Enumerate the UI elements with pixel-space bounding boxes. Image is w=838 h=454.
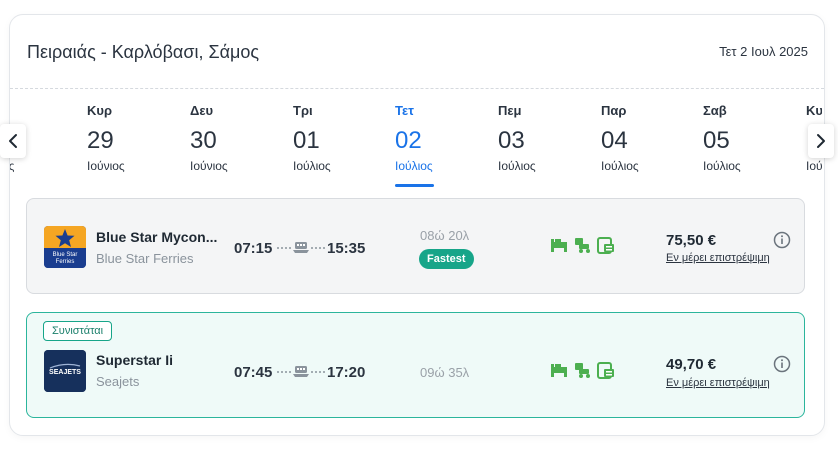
car-icon (575, 363, 590, 378)
day-number: 04 (601, 127, 628, 154)
month-label: Ιούλιος (498, 159, 536, 173)
day-number: 03 (498, 127, 525, 154)
month-label: Ιούλιος (703, 159, 741, 173)
refund-policy-link[interactable]: Εν μέρει επιστρέψιμη (666, 377, 770, 389)
trip-card-seajets[interactable]: Συνιστάται SEAJETS Superstar Ii Seajets … (26, 312, 805, 418)
car-icon (575, 238, 590, 253)
selected-date: Τετ 2 Ιουλ 2025 (719, 44, 808, 59)
trip-duration: 09ώ 35λ (420, 365, 470, 380)
date-item-thu-03[interactable]: Πεμ 03 Ιούλιος (498, 103, 558, 173)
amenities-icons (551, 237, 614, 254)
departure-time: 07:15 (234, 240, 273, 257)
weekday-label: Δευ (190, 103, 214, 118)
ferry-icon (277, 242, 325, 253)
month-label: Ιούνιος (190, 159, 228, 173)
date-item-mon-30[interactable]: Δευ 30 Ιούνιος (190, 103, 250, 173)
trip-card-blue-star[interactable]: Blue Star Ferries Blue Star Mycon... Blu… (26, 198, 805, 294)
weekday-label: Τετ (395, 103, 414, 118)
next-dates-button[interactable] (808, 124, 834, 158)
weekday-label: Τρι (293, 103, 313, 118)
day-number: 02 (395, 127, 422, 154)
results-card: Πειραιάς - Καρλόβασι, Σάμος Τετ 2 Ιουλ 2… (9, 14, 825, 436)
date-item-wed-02[interactable]: Τετ 02 Ιούλιος (395, 103, 455, 187)
info-icon[interactable] (773, 355, 791, 373)
day-number: 01 (293, 127, 320, 154)
weekday-label: Πεμ (498, 103, 522, 118)
divider (10, 88, 824, 89)
date-item-sun-29[interactable]: Κυρ 29 Ιούνιος (87, 103, 147, 173)
info-icon[interactable] (773, 231, 791, 249)
date-item-sat-05[interactable]: Σαβ 05 Ιούλιος (703, 103, 763, 173)
weekday-label: Παρ (601, 103, 627, 118)
refund-policy-link[interactable]: Εν μέρει επιστρέψιμη (666, 252, 770, 264)
month-label: Ιού (806, 159, 822, 173)
departure-time: 07:45 (234, 364, 273, 381)
company-name: Blue Star Ferries (96, 251, 194, 266)
weekday-label: Κυρ (87, 103, 112, 118)
weekday-label: Κυ (806, 103, 822, 118)
svg-text:Ferries: Ferries (56, 259, 75, 265)
previous-dates-button[interactable] (0, 124, 26, 158)
date-carousel: ος Κυρ 29 Ιούνιος Δευ 30 Ιούνιος Τρι 01 … (10, 103, 822, 189)
amenities-icons (551, 362, 614, 379)
price: 49,70 € (666, 356, 717, 373)
vessel-name: Blue Star Mycon... (96, 229, 218, 245)
bed-icon (551, 239, 567, 252)
trip-duration: 08ώ 20λ (420, 228, 470, 243)
day-number: 05 (703, 127, 730, 154)
star-icon: Blue Star Ferries (44, 226, 86, 268)
recommended-badge: Συνιστάται (43, 321, 113, 341)
ferry-icon (277, 366, 325, 377)
company-name: Seajets (96, 374, 140, 389)
ticket-icon (597, 362, 614, 379)
date-item-tue-01[interactable]: Τρι 01 Ιούλιος (293, 103, 353, 173)
month-label: Ιούλιος (395, 159, 433, 173)
day-number: 29 (87, 127, 114, 154)
day-number: 30 (190, 127, 217, 154)
fastest-badge: Fastest (419, 249, 474, 269)
month-label: Ιούνιος (87, 159, 125, 173)
weekday-label: Σαβ (703, 103, 727, 118)
svg-text:SEAJETS: SEAJETS (49, 369, 81, 376)
route-title: Πειραιάς - Καρλόβασι, Σάμος (27, 42, 260, 62)
operator-logo-blue-star: Blue Star Ferries (44, 226, 86, 268)
active-date-indicator (395, 184, 434, 187)
svg-text:Blue Star: Blue Star (53, 252, 78, 258)
ticket-icon (597, 237, 614, 254)
vessel-name: Superstar Ii (96, 352, 174, 368)
arrival-time: 17:20 (327, 364, 366, 381)
date-item-fri-04[interactable]: Παρ 04 Ιούλιος (601, 103, 661, 173)
arrival-time: 15:35 (327, 240, 366, 257)
month-label: Ιούλιος (293, 159, 331, 173)
chevron-left-icon (9, 134, 17, 148)
price: 75,50 € (666, 232, 717, 249)
chevron-right-icon (817, 134, 825, 148)
month-label: Ιούλιος (601, 159, 639, 173)
bed-icon (551, 364, 567, 377)
operator-logo-seajets: SEAJETS (44, 350, 86, 392)
